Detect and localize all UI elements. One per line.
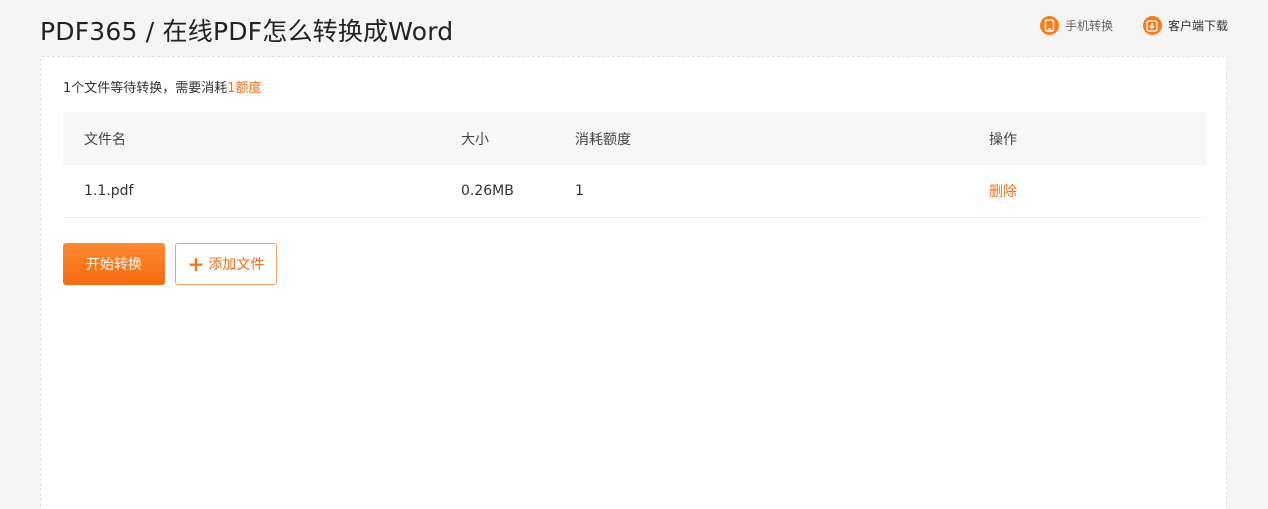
mobile-icon xyxy=(1039,16,1059,35)
column-cost: 消耗额度 xyxy=(575,131,631,148)
header-links: 手机转换 客户端下载 xyxy=(1039,16,1228,35)
file-size: 0.26MB xyxy=(461,183,514,199)
file-name: 1.1.pdf xyxy=(84,183,134,199)
start-convert-button[interactable]: 开始转换 xyxy=(63,243,165,285)
column-action: 操作 xyxy=(989,131,1017,148)
add-file-label: 添加文件 xyxy=(208,257,265,273)
add-file-button[interactable]: + 添加文件 xyxy=(175,243,277,285)
mobile-convert-link[interactable]: 手机转换 xyxy=(1039,16,1113,35)
pending-summary: 1个文件等待转换，需要消耗1额度 xyxy=(63,77,262,96)
conversion-panel: 1个文件等待转换，需要消耗1额度 文件名 大小 消耗额度 操作 1.1.pdf … xyxy=(40,56,1227,509)
column-size: 大小 xyxy=(461,131,489,148)
delete-link[interactable]: 删除 xyxy=(989,165,1017,217)
file-table: 文件名 大小 消耗额度 操作 1.1.pdf 0.26MB 1 删除 xyxy=(63,112,1206,218)
mobile-convert-label: 手机转换 xyxy=(1064,19,1113,33)
page-title: PDF365 / 在线PDF怎么转换成Word xyxy=(40,17,454,46)
table-header: 文件名 大小 消耗额度 操作 xyxy=(63,112,1206,165)
column-filename: 文件名 xyxy=(84,131,126,148)
plus-icon: + xyxy=(187,252,205,276)
page-header: PDF365 / 在线PDF怎么转换成Word 手机转换 客户端下载 xyxy=(0,0,1268,56)
action-bar: 开始转换 + 添加文件 xyxy=(63,243,277,285)
download-icon xyxy=(1142,16,1162,35)
table-row: 1.1.pdf 0.26MB 1 删除 xyxy=(63,165,1206,218)
file-cost: 1 xyxy=(575,183,584,199)
client-download-label: 客户端下载 xyxy=(1167,19,1228,33)
client-download-link[interactable]: 客户端下载 xyxy=(1142,16,1228,35)
summary-text: 1个文件等待转换，需要消耗 xyxy=(63,81,228,96)
summary-amount: 1额度 xyxy=(227,81,262,96)
